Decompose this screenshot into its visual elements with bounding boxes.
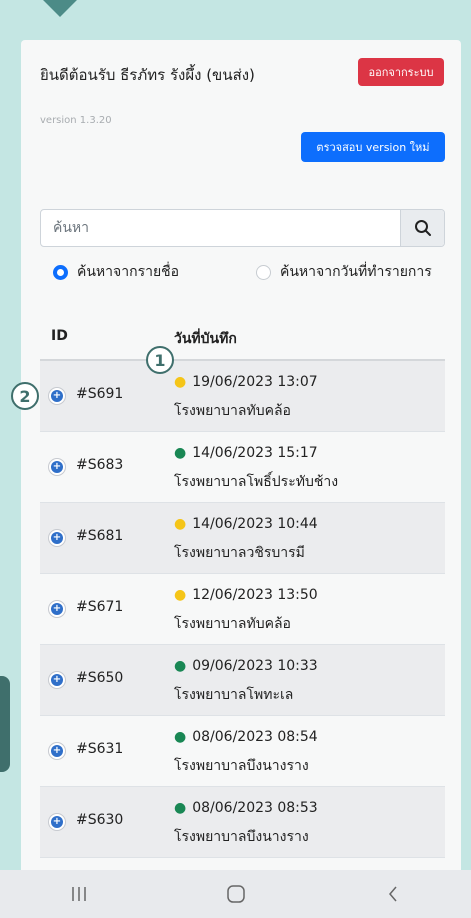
expand-row-icon[interactable]: + xyxy=(48,600,66,618)
search-button[interactable] xyxy=(400,210,444,246)
recent-apps-button[interactable] xyxy=(49,874,109,914)
side-tab[interactable] xyxy=(0,676,10,772)
callout-marker-1: 1 xyxy=(146,346,174,374)
status-dot-icon: ● xyxy=(174,516,187,532)
record-id: #S630 xyxy=(76,812,124,828)
check-version-button[interactable]: ตรวจสอบ version ใหม่ xyxy=(301,132,445,162)
back-button[interactable] xyxy=(363,874,423,914)
table-row[interactable]: + #S630 ● 08/06/2023 08:53 โรงพยาบาลบึงนางรา… xyxy=(40,787,445,858)
top-pointer xyxy=(43,0,77,17)
record-date-text: 09/06/2023 10:33 xyxy=(192,658,318,674)
recent-apps-icon xyxy=(71,887,86,901)
record-date: ● 12/06/2023 13:50 xyxy=(174,587,318,603)
expand-row-icon[interactable]: + xyxy=(48,387,66,405)
status-dot-icon: ● xyxy=(174,729,187,745)
search-input[interactable] xyxy=(41,210,400,246)
table-row[interactable]: + #S691 ● 19/06/2023 13:07 โรงพยาบาลทับคล้อ xyxy=(40,361,445,432)
home-button[interactable] xyxy=(206,874,266,914)
radio-unselected-icon xyxy=(256,265,271,280)
record-id: #S681 xyxy=(76,528,124,544)
record-id: #S650 xyxy=(76,670,124,686)
logout-button[interactable]: ออกจากระบบ xyxy=(358,58,444,86)
table-row[interactable]: + #S631 ● 08/06/2023 08:54 โรงพยาบาลบึงนางรา… xyxy=(40,716,445,787)
record-hospital: โรงพยาบาลโพทะเล xyxy=(174,687,294,703)
record-date-text: 08/06/2023 08:54 xyxy=(192,729,318,745)
record-hospital: โรงพยาบาลทับคล้อ xyxy=(174,616,291,632)
record-date-text: 14/06/2023 10:44 xyxy=(192,516,318,532)
status-dot-icon: ● xyxy=(174,800,187,816)
record-hospital: โรงพยาบาลโพธิ์ประทับช้าง xyxy=(174,474,339,490)
android-nav-bar xyxy=(0,870,471,918)
record-date-text: 08/06/2023 08:53 xyxy=(192,800,318,816)
record-hospital: โรงพยาบาลวชิรบารมี xyxy=(174,545,305,561)
status-dot-icon: ● xyxy=(174,587,187,603)
radio-selected-icon xyxy=(53,265,68,280)
column-header-id: ID xyxy=(51,328,68,344)
search-icon xyxy=(414,220,431,236)
record-date: ● 08/06/2023 08:53 xyxy=(174,800,318,816)
status-dot-icon: ● xyxy=(174,445,187,461)
expand-row-icon[interactable]: + xyxy=(48,529,66,547)
record-date: ● 14/06/2023 10:44 xyxy=(174,516,318,532)
record-date: ● 09/06/2023 10:33 xyxy=(174,658,318,674)
status-dot-icon: ● xyxy=(174,658,187,674)
radio-label: ค้นหาจากวันที่ทำรายการ xyxy=(280,264,432,280)
expand-row-icon[interactable]: + xyxy=(48,458,66,476)
main-card: ยินดีต้อนรับ ธีรภัทร รังผึ้ง (ขนส่ง) ver… xyxy=(21,40,461,890)
radio-search-by-date[interactable]: ค้นหาจากวันที่ทำรายการ xyxy=(256,259,436,285)
record-id: #S631 xyxy=(76,741,124,757)
version-label: version 1.3.20 xyxy=(40,115,112,126)
status-dot-icon: ● xyxy=(174,374,187,390)
record-date: ● 14/06/2023 15:17 xyxy=(174,445,318,461)
records-table: + #S691 ● 19/06/2023 13:07 โรงพยาบาลทับคล้อ +… xyxy=(40,361,445,858)
expand-row-icon[interactable]: + xyxy=(48,813,66,831)
search-bar xyxy=(40,209,445,247)
record-id: #S671 xyxy=(76,599,124,615)
home-icon xyxy=(226,885,245,903)
back-icon xyxy=(388,886,397,902)
table-row[interactable]: + #S681 ● 14/06/2023 10:44 โรงพยาบาลวชิรบารม… xyxy=(40,503,445,574)
expand-row-icon[interactable]: + xyxy=(48,671,66,689)
record-date-text: 14/06/2023 15:17 xyxy=(192,445,318,461)
record-date-text: 19/06/2023 13:07 xyxy=(192,374,318,390)
column-header-date: วันที่บันทึก xyxy=(174,331,237,347)
callout-marker-2: 2 xyxy=(11,382,39,410)
expand-row-icon[interactable]: + xyxy=(48,742,66,760)
record-hospital: โรงพยาบาลบึงนางราง xyxy=(174,829,309,845)
record-hospital: โรงพยาบาลบึงนางราง xyxy=(174,758,309,774)
record-date: ● 08/06/2023 08:54 xyxy=(174,729,318,745)
radio-search-by-name[interactable]: ค้นหาจากรายชื่อ xyxy=(53,259,179,285)
table-row[interactable]: + #S650 ● 09/06/2023 10:33 โรงพยาบาลโพทะเล xyxy=(40,645,445,716)
radio-label: ค้นหาจากรายชื่อ xyxy=(77,264,180,280)
record-id: #S683 xyxy=(76,457,124,473)
record-hospital: โรงพยาบาลทับคล้อ xyxy=(174,403,291,419)
table-row[interactable]: + #S671 ● 12/06/2023 13:50 โรงพยาบาลทับคล้อ xyxy=(40,574,445,645)
record-id: #S691 xyxy=(76,386,124,402)
welcome-text: ยินดีต้อนรับ ธีรภัทร รังผึ้ง (ขนส่ง) xyxy=(40,66,255,84)
record-date-text: 12/06/2023 13:50 xyxy=(192,587,318,603)
record-date: ● 19/06/2023 13:07 xyxy=(174,374,318,390)
table-row[interactable]: + #S683 ● 14/06/2023 15:17 โรงพยาบาลโพธิ์ประ… xyxy=(40,432,445,503)
